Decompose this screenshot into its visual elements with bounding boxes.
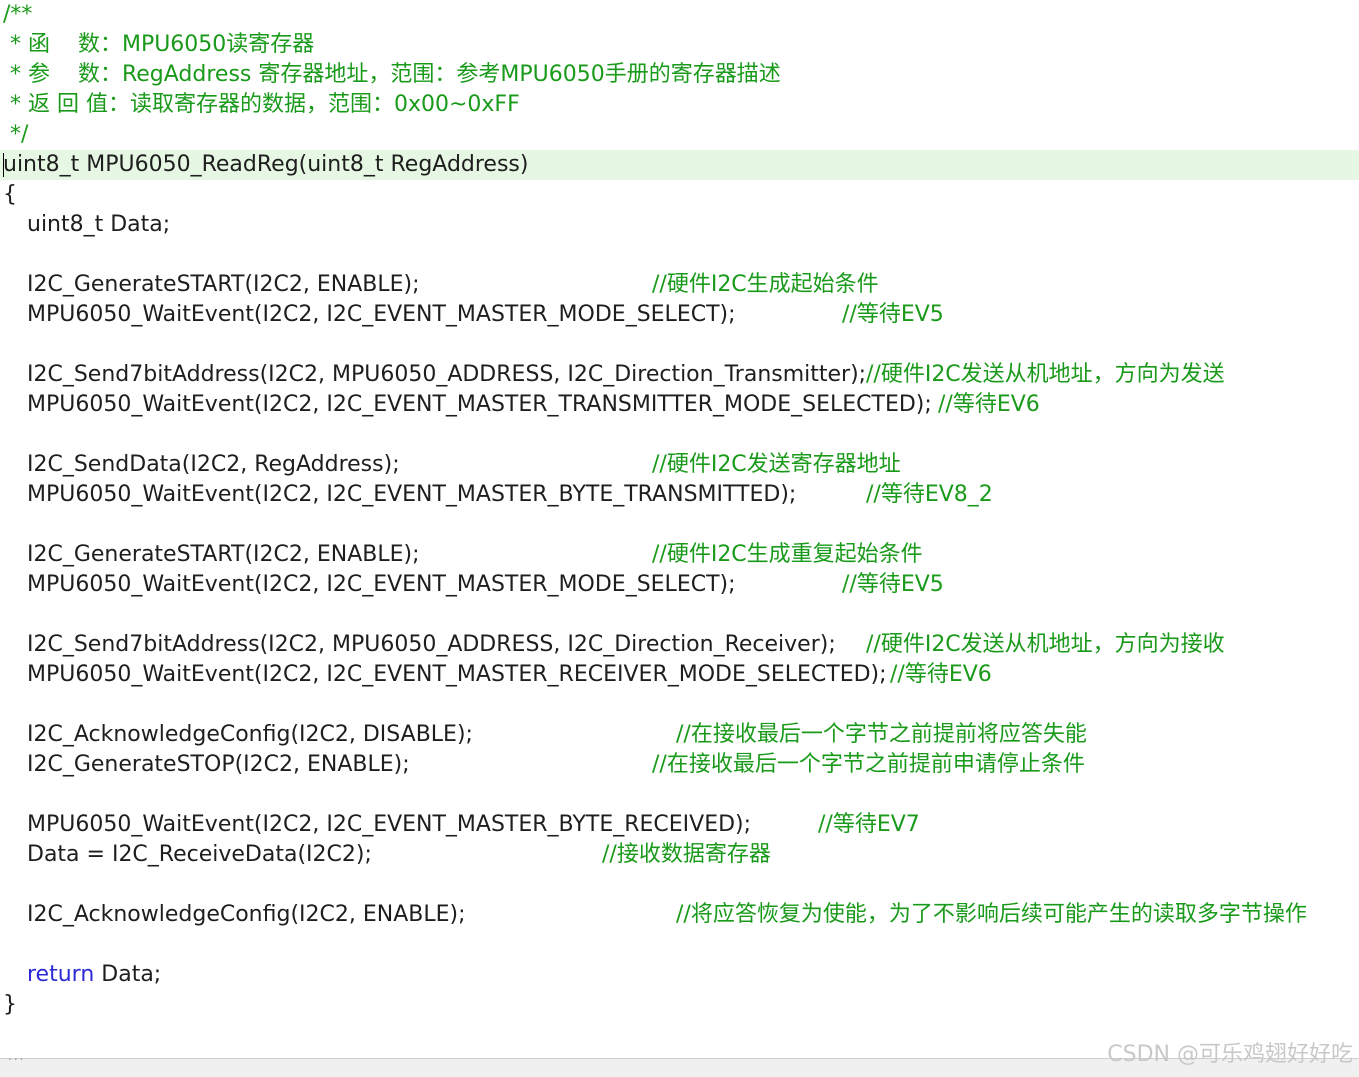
comment-text: //等待EV6 bbox=[890, 662, 992, 687]
comment-text: //在接收最后一个字节之前提前申请停止条件 bbox=[652, 752, 1085, 777]
code-text: MPU6050_WaitEvent(I2C2, I2C_EVENT_MASTER… bbox=[27, 300, 736, 330]
code-text: MPU6050_WaitEvent(I2C2, I2C_EVENT_MASTER… bbox=[27, 812, 752, 837]
code-text: MPU6050_WaitEvent(I2C2, I2C_EVENT_MASTER… bbox=[27, 570, 736, 600]
code-line[interactable] bbox=[0, 240, 1359, 270]
code-text: I2C_AcknowledgeConfig(I2C2, DISABLE); bbox=[27, 720, 473, 750]
code-text: } bbox=[3, 992, 17, 1017]
code-line[interactable]: * 函 数：MPU6050读寄存器 bbox=[0, 30, 1359, 60]
comment-text: /** bbox=[3, 2, 33, 27]
code-text: MPU6050_WaitEvent(I2C2, I2C_EVENT_MASTER… bbox=[27, 482, 797, 507]
comment-text: //硬件I2C发送寄存器地址 bbox=[652, 452, 901, 477]
comment-text: */ bbox=[3, 122, 29, 147]
comment-text: //等待EV7 bbox=[818, 812, 920, 837]
code-line[interactable] bbox=[0, 330, 1359, 360]
comment-text: //等待EV6 bbox=[938, 392, 1040, 417]
code-text: I2C_Send7bitAddress(I2C2, MPU6050_ADDRES… bbox=[27, 360, 866, 390]
comment-text: * 函 数：MPU6050读寄存器 bbox=[3, 32, 315, 57]
code-text: I2C_GenerateSTOP(I2C2, ENABLE); bbox=[27, 750, 410, 780]
code-editor[interactable]: /** * 函 数：MPU6050读寄存器 * 参 数：RegAddress 寄… bbox=[0, 0, 1359, 1060]
code-text: MPU6050_WaitEvent(I2C2, I2C_EVENT_MASTER… bbox=[27, 662, 887, 687]
code-line[interactable]: I2C_GenerateSTOP(I2C2, ENABLE); //在接收最后一个… bbox=[0, 750, 1359, 780]
code-line[interactable] bbox=[0, 600, 1359, 630]
code-text: I2C_AcknowledgeConfig(I2C2, ENABLE); bbox=[27, 900, 466, 930]
code-text: uint8_t MPU6050_ReadReg(uint8_t RegAddre… bbox=[3, 152, 529, 177]
code-line[interactable]: * 参 数：RegAddress 寄存器地址，范围：参考MPU6050手册的寄存… bbox=[0, 60, 1359, 90]
code-line[interactable] bbox=[0, 420, 1359, 450]
code-line[interactable]: return Data; bbox=[0, 960, 1359, 990]
code-line[interactable] bbox=[0, 510, 1359, 540]
code-text: return Data; bbox=[27, 960, 161, 990]
keyword-text: return bbox=[27, 962, 95, 987]
code-line[interactable]: /** bbox=[0, 0, 1359, 30]
code-line[interactable]: I2C_SendData(I2C2, RegAddress); //硬件I2C发送… bbox=[0, 450, 1359, 480]
code-line[interactable]: MPU6050_WaitEvent(I2C2, I2C_EVENT_MASTER… bbox=[0, 390, 1359, 420]
code-line[interactable] bbox=[0, 870, 1359, 900]
code-text: Data = I2C_ReceiveData(I2C2); bbox=[27, 842, 372, 867]
code-line[interactable]: I2C_GenerateSTART(I2C2, ENABLE); //硬件I2C生… bbox=[0, 270, 1359, 300]
code-text: uint8_t Data; bbox=[27, 212, 171, 237]
code-text: MPU6050_WaitEvent(I2C2, I2C_EVENT_MASTER… bbox=[27, 572, 736, 597]
code-text: uint8_t Data; bbox=[27, 210, 170, 240]
code-text: MPU6050_WaitEvent(I2C2, I2C_EVENT_MASTER… bbox=[27, 810, 751, 840]
code-line[interactable]: Data = I2C_ReceiveData(I2C2); //接收数据寄存器 bbox=[0, 840, 1359, 870]
code-line[interactable]: MPU6050_WaitEvent(I2C2, I2C_EVENT_MASTER… bbox=[0, 810, 1359, 840]
comment-text: //等待EV5 bbox=[842, 572, 944, 597]
code-line[interactable]: MPU6050_WaitEvent(I2C2, I2C_EVENT_MASTER… bbox=[0, 660, 1359, 690]
code-line[interactable]: I2C_Send7bitAddress(I2C2, MPU6050_ADDRES… bbox=[0, 630, 1359, 660]
comment-text: //硬件I2C发送从机地址，方向为发送 bbox=[866, 362, 1225, 387]
code-text: I2C_GenerateSTOP(I2C2, ENABLE); bbox=[27, 752, 410, 777]
code-line[interactable]: I2C_AcknowledgeConfig(I2C2, DISABLE); //在… bbox=[0, 720, 1359, 750]
code-text: MPU6050_WaitEvent(I2C2, I2C_EVENT_MASTER… bbox=[27, 390, 932, 420]
code-text: I2C_GenerateSTART(I2C2, ENABLE); bbox=[27, 272, 420, 297]
code-text: Data = I2C_ReceiveData(I2C2); bbox=[27, 840, 372, 870]
code-text: I2C_GenerateSTART(I2C2, ENABLE); bbox=[27, 542, 420, 567]
comment-text: //等待EV5 bbox=[842, 302, 944, 327]
code-text: Data; bbox=[94, 962, 162, 987]
code-text: { bbox=[3, 180, 17, 210]
code-text: { bbox=[3, 182, 17, 207]
comment-text: //等待EV8_2 bbox=[866, 482, 993, 507]
code-text: MPU6050_WaitEvent(I2C2, I2C_EVENT_MASTER… bbox=[27, 480, 796, 510]
code-line[interactable]: I2C_AcknowledgeConfig(I2C2, ENABLE); //将应… bbox=[0, 900, 1359, 930]
code-line[interactable]: MPU6050_WaitEvent(I2C2, I2C_EVENT_MASTER… bbox=[0, 300, 1359, 330]
code-line[interactable]: * 返 回 值：读取寄存器的数据，范围：0x00~0xFF bbox=[0, 90, 1359, 120]
code-line[interactable]: */ bbox=[0, 120, 1359, 150]
code-text: I2C_SendData(I2C2, RegAddress); bbox=[27, 450, 400, 480]
code-text: I2C_GenerateSTART(I2C2, ENABLE); bbox=[27, 270, 420, 300]
comment-text: * 参 数：RegAddress 寄存器地址，范围：参考MPU6050手册的寄存… bbox=[3, 62, 781, 87]
code-text: I2C_Send7bitAddress(I2C2, MPU6050_ADDRES… bbox=[27, 630, 836, 660]
code-text: I2C_SendData(I2C2, RegAddress); bbox=[27, 452, 400, 477]
code-text: } bbox=[3, 990, 17, 1020]
comment-text: //硬件I2C生成起始条件 bbox=[652, 272, 879, 297]
comment-text: * 返 回 值：读取寄存器的数据，范围：0x00~0xFF bbox=[3, 92, 520, 117]
code-line[interactable]: I2C_Send7bitAddress(I2C2, MPU6050_ADDRES… bbox=[0, 360, 1359, 390]
code-line[interactable]: MPU6050_WaitEvent(I2C2, I2C_EVENT_MASTER… bbox=[0, 480, 1359, 510]
code-text: I2C_Send7bitAddress(I2C2, MPU6050_ADDRES… bbox=[27, 362, 867, 387]
code-line[interactable]: uint8_t MPU6050_ReadReg(uint8_t RegAddre… bbox=[0, 150, 1359, 180]
code-text: MPU6050_WaitEvent(I2C2, I2C_EVENT_MASTER… bbox=[27, 302, 736, 327]
comment-text: //在接收最后一个字节之前提前将应答失能 bbox=[676, 722, 1087, 747]
code-text: MPU6050_WaitEvent(I2C2, I2C_EVENT_MASTER… bbox=[27, 392, 932, 417]
comment-text: //硬件I2C生成重复起始条件 bbox=[652, 542, 923, 567]
comment-text: //硬件I2C发送从机地址，方向为接收 bbox=[866, 632, 1225, 657]
code-line[interactable]: { bbox=[0, 180, 1359, 210]
code-text: I2C_Send7bitAddress(I2C2, MPU6050_ADDRES… bbox=[27, 632, 836, 657]
code-line[interactable] bbox=[0, 780, 1359, 810]
text-caret bbox=[3, 153, 4, 177]
comment-text: //将应答恢复为使能，为了不影响后续可能产生的读取多字节操作 bbox=[676, 902, 1307, 927]
code-line[interactable] bbox=[0, 930, 1359, 960]
code-text: I2C_AcknowledgeConfig(I2C2, DISABLE); bbox=[27, 722, 473, 747]
code-text: I2C_GenerateSTART(I2C2, ENABLE); bbox=[27, 540, 420, 570]
code-line[interactable]: MPU6050_WaitEvent(I2C2, I2C_EVENT_MASTER… bbox=[0, 570, 1359, 600]
code-line[interactable]: } bbox=[0, 990, 1359, 1020]
status-dots: ... bbox=[8, 1049, 26, 1063]
code-line[interactable]: I2C_GenerateSTART(I2C2, ENABLE); //硬件I2C生… bbox=[0, 540, 1359, 570]
code-line[interactable] bbox=[0, 690, 1359, 720]
code-text: I2C_AcknowledgeConfig(I2C2, ENABLE); bbox=[27, 902, 466, 927]
code-text: uint8_t MPU6050_ReadReg(uint8_t RegAddre… bbox=[3, 150, 528, 180]
code-text: MPU6050_WaitEvent(I2C2, I2C_EVENT_MASTER… bbox=[27, 660, 887, 690]
comment-text: //接收数据寄存器 bbox=[602, 842, 771, 867]
watermark-text: CSDN @可乐鸡翅好好吃 bbox=[1107, 1042, 1353, 1067]
code-line[interactable]: uint8_t Data; bbox=[0, 210, 1359, 240]
